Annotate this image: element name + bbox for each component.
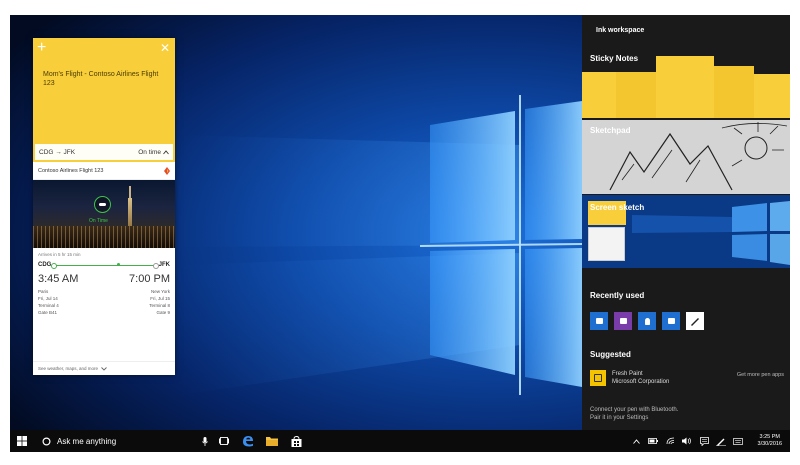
sticky-notes-tile[interactable]: Sticky Notes xyxy=(582,48,790,118)
close-icon[interactable]: ✕ xyxy=(160,41,170,55)
edge-browser-icon[interactable] xyxy=(236,430,260,452)
action-center-icon[interactable] xyxy=(697,430,712,452)
depart-gate: Gate B41 xyxy=(38,310,58,315)
note-text[interactable]: Mom's Flight - Contoso Airlines Flight 1… xyxy=(43,70,163,88)
destination-code: JFK xyxy=(158,262,170,268)
touch-keyboard-icon[interactable] xyxy=(731,430,746,452)
photo-status-label: On Time xyxy=(89,218,108,224)
screen-sketch-label: Screen sketch xyxy=(590,203,645,212)
airline-logo-icon xyxy=(164,166,170,175)
airline-name: Contoso Airlines Flight 123 xyxy=(38,167,104,174)
see-more-link[interactable]: See weather, maps, and more xyxy=(33,361,175,375)
chevron-down-icon xyxy=(101,366,107,371)
sketchpad-label: Sketchpad xyxy=(590,126,631,135)
screen-sketch-tile[interactable]: Screen sketch xyxy=(582,195,790,268)
desktop: + ✕ Mom's Flight - Contoso Airlines Flig… xyxy=(10,15,790,452)
pen-app-icon[interactable] xyxy=(686,312,704,330)
onenote-app-icon[interactable] xyxy=(614,312,632,330)
sticky-note-header: + ✕ Mom's Flight - Contoso Airlines Flig… xyxy=(33,38,175,162)
clock[interactable]: 3:25 PM 3/30/2016 xyxy=(748,434,790,448)
flight-route: CDG → JFK xyxy=(39,148,76,156)
store-app-icon[interactable] xyxy=(662,312,680,330)
cortana-search-box[interactable]: Ask me anything xyxy=(34,430,212,452)
flight-status: On time xyxy=(138,149,169,156)
plane-icon xyxy=(94,196,111,213)
ink-workspace-title: Ink workspace xyxy=(596,27,645,34)
battery-icon[interactable] xyxy=(646,430,661,452)
suggested-app[interactable]: Fresh Paint Microsoft Corporation xyxy=(590,370,669,386)
flight-summary-bar[interactable]: CDG → JFK On time xyxy=(35,144,173,160)
maps-app-icon[interactable] xyxy=(638,312,656,330)
bluetooth-hint-line1: Connect your pen with Bluetooth. xyxy=(590,407,679,413)
flight-progress xyxy=(51,262,159,269)
video-app-icon[interactable] xyxy=(590,312,608,330)
depart-city: Paris xyxy=(38,289,49,294)
depart-time: 3:45 AM xyxy=(38,273,79,285)
departure-details: Paris Fri, Jul 14 Terminal 4 Gate B41 xyxy=(38,288,59,316)
flight-status-label: On time xyxy=(138,148,161,156)
recently-used-label: Recently used xyxy=(590,291,645,300)
bluetooth-hint[interactable]: Connect your pen with Bluetooth. Pair it… xyxy=(590,406,678,422)
screen-sketch-thumbnail xyxy=(588,227,625,261)
sketchpad-tile[interactable]: Sketchpad xyxy=(582,120,790,194)
chevron-up-icon[interactable] xyxy=(163,149,169,155)
file-explorer-icon[interactable] xyxy=(260,430,284,452)
chevron-up-icon[interactable] xyxy=(629,430,644,452)
suggested-label: Suggested xyxy=(590,350,631,359)
windows-logo-icon xyxy=(17,436,27,446)
fresh-paint-icon xyxy=(590,370,606,386)
taskbar: Ask me anything 3:25 PM 3/30/2016 xyxy=(10,430,790,452)
flight-details: Arrives in 5 hr 15 min CDG JFK 3:45 AM 7… xyxy=(33,248,175,316)
destination-photo: On Time xyxy=(33,180,175,248)
city-lights xyxy=(33,226,175,248)
flight-card-header: Contoso Airlines Flight 123 xyxy=(33,162,175,180)
clock-time: 3:25 PM xyxy=(759,434,780,440)
get-more-pen-apps-link[interactable]: Get more pen apps xyxy=(737,372,784,378)
route-line: CDG JFK xyxy=(38,262,170,269)
store-icon[interactable] xyxy=(284,430,308,452)
volume-icon[interactable] xyxy=(680,430,695,452)
search-placeholder: Ask me anything xyxy=(57,436,117,446)
depart-date: Fri, Jul 14 xyxy=(38,296,58,301)
arrive-terminal: Terminal 8 xyxy=(149,303,170,308)
suggested-app-info: Fresh Paint Microsoft Corporation xyxy=(612,370,669,386)
system-tray: 3:25 PM 3/30/2016 xyxy=(629,430,790,452)
wifi-icon[interactable] xyxy=(663,430,678,452)
arrive-gate: Gate 9 xyxy=(156,310,170,315)
arrival-details: New York Fri, Jul 15 Terminal 8 Gate 9 xyxy=(149,288,170,316)
flight-endpoints: Paris Fri, Jul 14 Terminal 4 Gate B41 Ne… xyxy=(38,288,170,316)
sticky-notes-label: Sticky Notes xyxy=(590,54,639,63)
suggested-app-name: Fresh Paint xyxy=(612,371,643,377)
task-view-icon[interactable] xyxy=(212,430,236,452)
pen-ink-workspace-icon[interactable] xyxy=(714,430,729,452)
clock-date: 3/30/2016 xyxy=(757,441,782,447)
start-button[interactable] xyxy=(10,430,34,452)
depart-terminal: Terminal 4 xyxy=(38,303,59,308)
arrive-time: 7:00 PM xyxy=(129,273,170,285)
suggested-app-publisher: Microsoft Corporation xyxy=(612,379,670,385)
cortana-icon xyxy=(42,436,51,446)
flight-times: 3:45 AM 7:00 PM xyxy=(38,273,170,285)
arrive-city: New York xyxy=(150,289,170,294)
sticky-note[interactable]: + ✕ Mom's Flight - Contoso Airlines Flig… xyxy=(33,38,175,375)
origin-code: CDG xyxy=(38,262,52,268)
see-more-label: See weather, maps, and more xyxy=(38,366,99,371)
arrive-date: Fri, Jul 15 xyxy=(150,296,170,301)
plus-icon[interactable]: + xyxy=(37,40,46,56)
recent-apps xyxy=(590,312,704,330)
microphone-icon[interactable] xyxy=(202,436,208,446)
arrival-countdown: Arrives in 5 hr 15 min xyxy=(38,252,81,257)
bluetooth-hint-line2: Pair it in your Settings xyxy=(590,415,649,421)
ink-workspace-panel: Ink workspace Sticky Notes Sketchpad Scr… xyxy=(582,15,790,430)
